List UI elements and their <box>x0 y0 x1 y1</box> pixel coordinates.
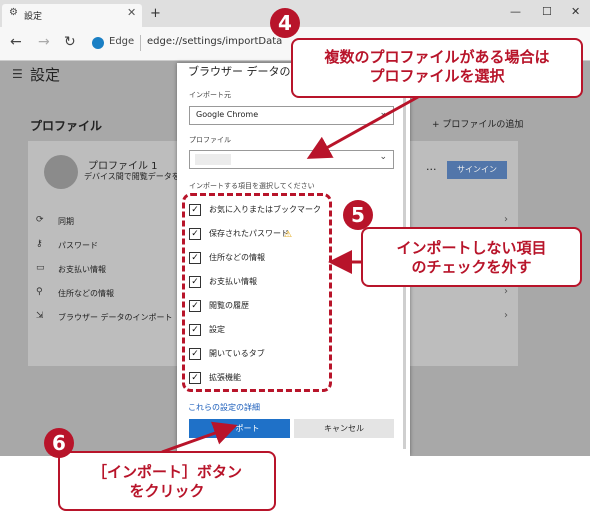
callout-5-line-2: のチェックを外す <box>411 258 532 276</box>
step-5-badge: 5 <box>343 200 373 230</box>
callout-5-line-1: インポートしない項目 <box>396 239 547 257</box>
callout-4-line-1: 複数のプロファイルがある場合は <box>324 48 550 66</box>
arrow-to-import <box>161 421 238 454</box>
callout-6: ［インポート］ボタン をクリック <box>58 451 276 511</box>
callout-5: インポートしない項目 のチェックを外す <box>361 227 582 287</box>
callout-6-line-2: をクリック <box>129 482 205 500</box>
callout-6-line-1: ［インポート］ボタン <box>91 463 242 481</box>
step-6-badge: 6 <box>44 428 74 458</box>
callout-4-line-2: プロファイルを選択 <box>369 67 505 85</box>
step-4-badge: 4 <box>270 8 300 38</box>
callout-4: 複数のプロファイルがある場合は プロファイルを選択 <box>291 38 583 98</box>
arrow-to-profile <box>306 95 419 159</box>
